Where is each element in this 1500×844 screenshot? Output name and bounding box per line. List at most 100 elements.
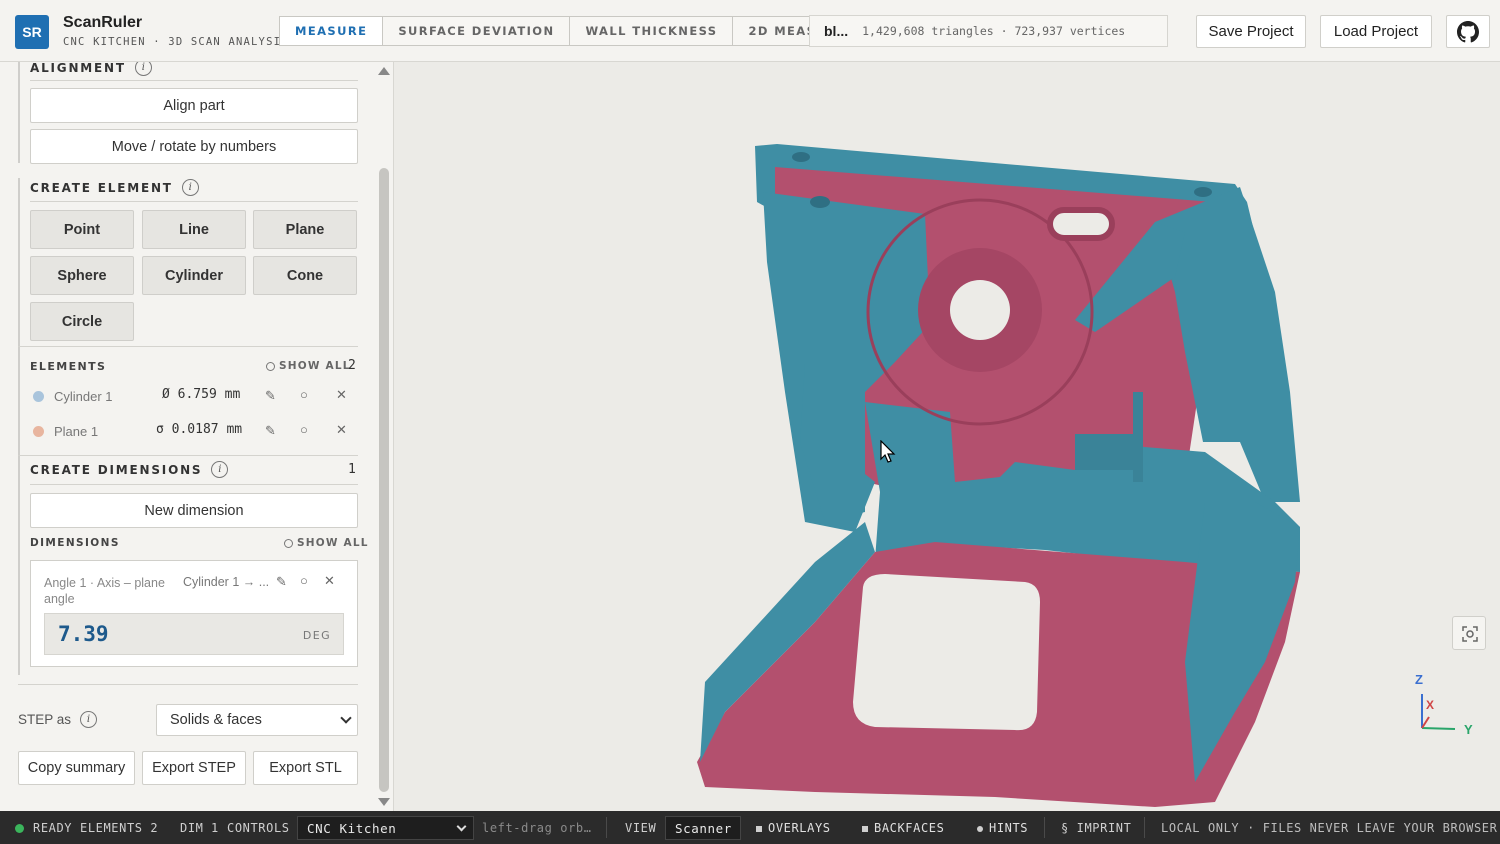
info-icon[interactable]: i xyxy=(80,711,98,728)
edit-icon[interactable]: ✎ xyxy=(276,574,287,590)
github-button[interactable] xyxy=(1446,15,1490,48)
info-icon[interactable]: i xyxy=(181,179,199,196)
visibility-icon[interactable]: ○ xyxy=(300,422,308,437)
create-plane-button[interactable]: Plane xyxy=(253,210,357,249)
dimension-unit: DEG xyxy=(302,629,331,642)
create-sphere-button[interactable]: Sphere xyxy=(30,256,134,295)
element-name: Cylinder 1 xyxy=(54,389,113,404)
mode-tabs: MEASURE SURFACE DEVIATION WALL THICKNESS… xyxy=(279,16,863,46)
view-preset-field[interactable]: Scanner b xyxy=(665,816,741,840)
edit-icon[interactable]: ✎ xyxy=(265,388,276,404)
controls-hint: left-drag orb… xyxy=(482,821,592,835)
export-step-button[interactable]: Export STEP xyxy=(142,751,246,785)
axis-z-label: Z xyxy=(1415,672,1423,687)
backfaces-label: BACKFACES xyxy=(874,821,945,835)
radio-icon xyxy=(977,825,983,832)
mesh-filename: bl... xyxy=(824,23,849,39)
status-dot xyxy=(15,824,24,833)
step-as-text: STEP as xyxy=(18,712,72,727)
divider xyxy=(1144,817,1145,838)
element-color-dot xyxy=(33,391,44,402)
mesh-stats: 1,429,608 triangles · 723,937 vertices xyxy=(862,24,1126,38)
element-name: Plane 1 xyxy=(54,424,99,439)
dimensions-count: 1 xyxy=(348,462,356,477)
show-all-label: SHOW ALL xyxy=(297,537,369,549)
create-cone-button[interactable]: Cone xyxy=(253,256,357,295)
fit-view-button[interactable] xyxy=(1452,616,1486,650)
chevron-down-icon xyxy=(456,821,467,832)
dimension-value-box: 7.39 DEG xyxy=(44,613,344,655)
privacy-note: LOCAL ONLY · FILES NEVER LEAVE YOUR BROW… xyxy=(1161,821,1498,835)
divider xyxy=(606,817,607,838)
element-row-cylinder[interactable]: Cylinder 1 Ø 6.759 mm ✎ ○ ✕ xyxy=(30,382,358,412)
new-dimension-button[interactable]: New dimension xyxy=(30,493,358,528)
tab-measure[interactable]: MEASURE xyxy=(280,17,384,45)
show-all-label: SHOW ALL xyxy=(279,360,351,372)
backfaces-toggle[interactable]: BACKFACES xyxy=(862,821,944,835)
create-cylinder-button[interactable]: Cylinder xyxy=(142,256,246,295)
step-export-select[interactable]: Solids & faces xyxy=(156,704,358,736)
checkbox-icon xyxy=(862,825,868,832)
divider xyxy=(1044,817,1045,838)
status-elements: ELEMENTS 2 xyxy=(80,821,159,835)
mesh-slot-hole xyxy=(1047,207,1115,241)
elements-show-all[interactable]: SHOW ALL xyxy=(266,360,351,372)
view-preset-value: Scanner b xyxy=(675,820,741,836)
mesh-inner-block xyxy=(1075,434,1135,470)
app-subtitle: CNC KITCHEN · 3D SCAN ANALYSIS xyxy=(63,36,289,48)
divider xyxy=(30,201,358,202)
create-circle-button[interactable]: Circle xyxy=(30,302,134,341)
dimension-card[interactable]: Angle 1 · Axis – plane angle Cylinder 1 … xyxy=(30,560,358,667)
tab-wall-thickness[interactable]: WALL THICKNESS xyxy=(570,17,734,45)
dimensions-show-all[interactable]: SHOW ALL xyxy=(284,537,369,549)
radio-icon xyxy=(284,538,293,548)
element-row-plane[interactable]: Plane 1 σ 0.0187 mm ✎ ○ ✕ xyxy=(30,417,358,447)
create-element-title: CREATE ELEMENT i xyxy=(30,179,199,196)
info-icon[interactable]: i xyxy=(134,62,152,76)
overlays-toggle[interactable]: OVERLAYS xyxy=(756,821,831,835)
dimension-value: 7.39 xyxy=(58,622,109,646)
delete-icon[interactable]: ✕ xyxy=(336,387,347,403)
mesh-inner-rib xyxy=(1133,392,1143,482)
delete-icon[interactable]: ✕ xyxy=(336,422,347,438)
tab-surface-deviation[interactable]: SURFACE DEVIATION xyxy=(383,17,571,45)
elements-title: ELEMENTS xyxy=(30,360,107,373)
edit-icon[interactable]: ✎ xyxy=(265,423,276,439)
element-value: Ø 6.759 mm xyxy=(162,387,241,402)
create-line-button[interactable]: Line xyxy=(142,210,246,249)
scrollbar-thumb[interactable] xyxy=(379,168,389,792)
mesh-rim-hole xyxy=(792,152,810,162)
info-icon[interactable]: i xyxy=(211,461,229,478)
imprint-link[interactable]: § IMPRINT xyxy=(1061,821,1131,835)
align-part-button[interactable]: Align part xyxy=(30,88,358,123)
focus-frame-icon xyxy=(1462,626,1478,642)
save-project-button[interactable]: Save Project xyxy=(1196,15,1306,48)
axis-x-label: X xyxy=(1426,698,1435,712)
scan-mesh xyxy=(697,144,1300,807)
measure-sidebar: ALIGNMENT i Align part Move / rotate by … xyxy=(0,62,394,811)
hints-toggle[interactable]: HINTS xyxy=(977,821,1028,835)
controls-preset-select[interactable]: CNC Kitchen xyxy=(297,816,474,840)
section-rule xyxy=(18,178,20,675)
checkbox-icon xyxy=(756,825,762,832)
mesh-bore-hole xyxy=(950,280,1010,340)
mouse-cursor-icon xyxy=(880,440,896,463)
export-stl-button[interactable]: Export STL xyxy=(253,751,358,785)
visibility-icon[interactable]: ○ xyxy=(300,387,308,402)
load-project-button[interactable]: Load Project xyxy=(1320,15,1432,48)
hints-label: HINTS xyxy=(989,821,1029,835)
copy-summary-button[interactable]: Copy summary xyxy=(18,751,135,785)
alignment-title-text: ALIGNMENT xyxy=(30,62,126,75)
move-rotate-button[interactable]: Move / rotate by numbers xyxy=(30,129,358,164)
view-label: VIEW xyxy=(625,821,657,835)
scroll-down-icon[interactable] xyxy=(378,798,390,806)
visibility-icon[interactable]: ○ xyxy=(300,573,308,588)
axis-y-label: Y xyxy=(1464,722,1473,737)
create-point-button[interactable]: Point xyxy=(30,210,134,249)
overlays-label: OVERLAYS xyxy=(768,821,831,835)
dimensions-title: DIMENSIONS xyxy=(30,537,120,549)
scroll-up-icon[interactable] xyxy=(378,67,390,75)
delete-icon[interactable]: ✕ xyxy=(324,573,335,589)
3d-viewport[interactable]: Z X Y xyxy=(395,62,1500,811)
divider xyxy=(18,684,358,685)
